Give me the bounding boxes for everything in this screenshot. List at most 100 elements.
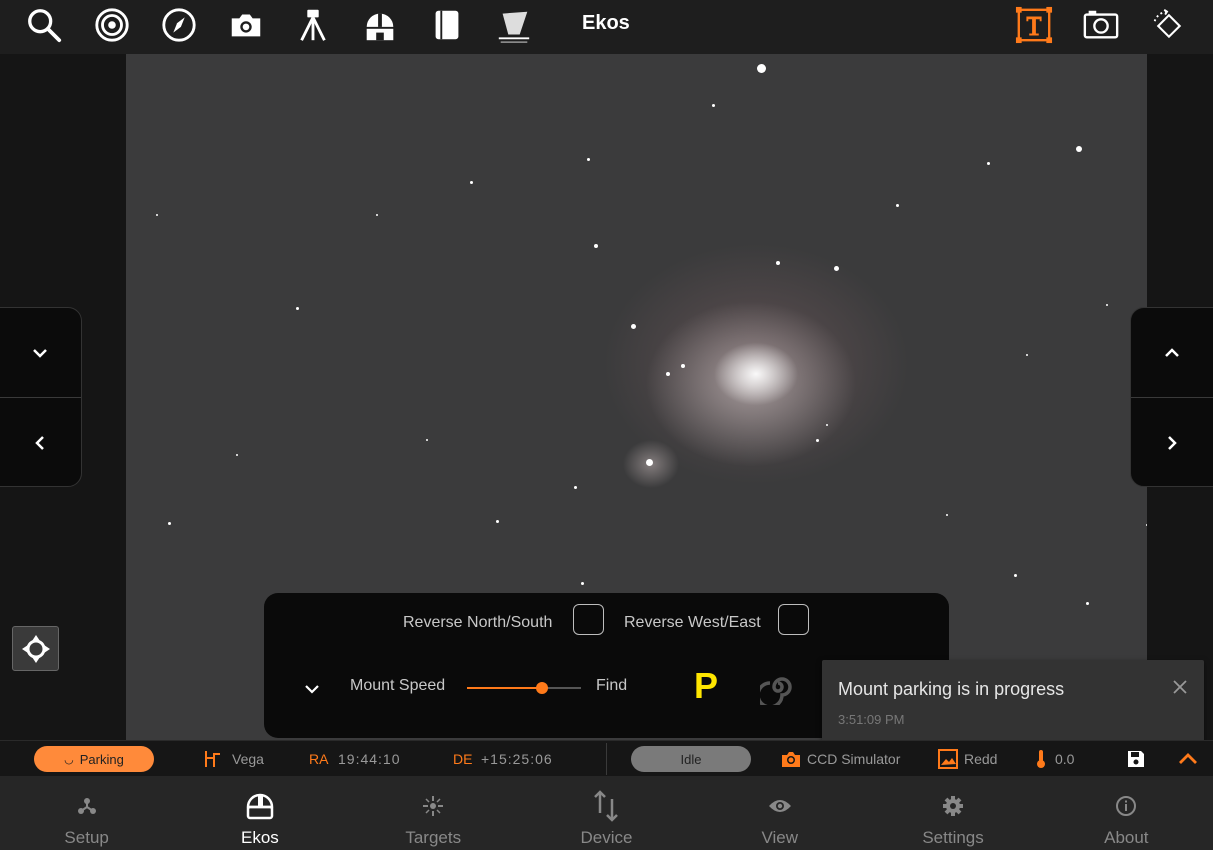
star: [666, 372, 670, 376]
nav-view[interactable]: View: [693, 776, 866, 850]
spiral-icon: [756, 677, 792, 709]
collapse-panel-button[interactable]: [302, 679, 322, 699]
star: [776, 261, 780, 265]
settings-gear-icon: [938, 791, 968, 821]
nav-label: View: [761, 828, 799, 847]
nav-targets[interactable]: Targets: [347, 776, 520, 850]
target-name: Vega: [232, 751, 264, 767]
chevron-left-icon: [35, 436, 44, 450]
crosshair-icon: [21, 634, 50, 663]
chevron-up-icon: [1165, 348, 1179, 357]
star: [987, 162, 990, 165]
move-up-button[interactable]: [1131, 308, 1213, 398]
star: [816, 439, 819, 442]
nav-label: About: [1104, 828, 1149, 847]
nav-label: Ekos: [241, 828, 279, 847]
slider-fill: [467, 687, 543, 689]
star: [1086, 602, 1089, 605]
nav-setup[interactable]: Setup: [0, 776, 173, 850]
filter-image-icon: [938, 749, 958, 769]
center-target-button[interactable]: [12, 626, 59, 671]
view-eye-icon: [765, 791, 795, 821]
star: [646, 459, 653, 466]
de-label: DE: [453, 751, 473, 767]
move-left-button[interactable]: [0, 398, 81, 488]
capture-status-badge: Idle: [631, 746, 751, 772]
mount-status-text: Parking: [79, 751, 124, 767]
ekos-app: Ekos Reverse North/South Reverse West/Ea…: [0, 0, 1213, 850]
star: [168, 522, 171, 525]
star: [757, 64, 766, 73]
nav-settings[interactable]: Settings: [866, 776, 1039, 850]
star: [826, 424, 828, 426]
text-overlay-icon[interactable]: [1014, 5, 1054, 45]
camera-icon[interactable]: [226, 5, 266, 45]
nav-label: Settings: [922, 828, 984, 847]
reverse-ns-label: Reverse North/South: [403, 614, 553, 631]
temperature-value: 0.0: [1055, 751, 1075, 767]
search-icon[interactable]: [24, 5, 64, 45]
compass-icon[interactable]: [159, 5, 199, 45]
save-icon[interactable]: [1125, 748, 1147, 770]
app-title: Ekos: [582, 12, 630, 34]
rotate-icon[interactable]: [1148, 5, 1188, 45]
toast-close-button[interactable]: [1170, 677, 1190, 697]
filter-name: Redd: [964, 751, 998, 767]
move-right-button[interactable]: [1131, 398, 1213, 488]
star: [470, 181, 473, 184]
reverse-we-checkbox[interactable]: [778, 604, 809, 635]
top-toolbar: Ekos: [0, 0, 1213, 54]
toast-time: 3:51:09 PM: [838, 712, 905, 727]
mount-icon: [205, 751, 220, 767]
nav-label: Targets: [405, 828, 462, 847]
star: [574, 486, 577, 489]
star: [834, 266, 839, 271]
chevron-up-icon[interactable]: [1177, 748, 1199, 770]
mount-speed-label: Mount Speed: [350, 677, 446, 694]
unpark-button[interactable]: [756, 669, 796, 709]
notebook-icon[interactable]: [427, 5, 467, 45]
star: [594, 244, 598, 248]
ra-value: 19:44:10: [338, 751, 401, 767]
left-nav-panel: [0, 307, 82, 487]
star: [426, 439, 428, 441]
star: [681, 364, 685, 368]
star: [1146, 524, 1147, 526]
thermometer-icon: [1037, 750, 1045, 768]
observatory-icon[interactable]: [360, 5, 400, 45]
ekos-dome-icon: [245, 791, 275, 821]
device-icon: [591, 790, 621, 822]
telescope-view-icon[interactable]: [494, 5, 534, 45]
de-value: +15:25:06: [481, 751, 553, 767]
nav-about[interactable]: About: [1040, 776, 1213, 850]
nav-label: Setup: [64, 828, 109, 847]
divider: [606, 743, 607, 775]
star: [296, 307, 299, 310]
park-button[interactable]: P: [694, 667, 724, 705]
star: [496, 520, 499, 523]
toast-message: Mount parking is in progress: [838, 679, 1065, 699]
mount-speed-slider[interactable]: [467, 682, 581, 694]
bottom-navigation: Setup Ekos Targets Device View Settings …: [0, 776, 1213, 850]
star: [581, 582, 584, 585]
move-down-button[interactable]: [0, 308, 81, 398]
parking-spinner-icon: ◡: [64, 753, 74, 766]
right-nav-panel: [1130, 307, 1213, 487]
star: [946, 514, 948, 516]
chevron-down-icon: [33, 349, 47, 358]
reverse-we-label: Reverse West/East: [624, 614, 761, 631]
star: [896, 204, 899, 207]
star: [236, 454, 238, 456]
nav-ekos[interactable]: Ekos: [173, 776, 346, 850]
tripod-icon[interactable]: [293, 5, 333, 45]
star: [1014, 574, 1017, 577]
star: [1026, 354, 1028, 356]
star: [631, 324, 636, 329]
nav-device[interactable]: Device: [520, 776, 693, 850]
target-icon[interactable]: [92, 5, 132, 45]
snapshot-icon[interactable]: [1081, 5, 1121, 45]
camera-name: CCD Simulator: [807, 751, 901, 767]
reverse-ns-checkbox[interactable]: [573, 604, 604, 635]
nav-label: Device: [580, 828, 633, 847]
slider-knob[interactable]: [536, 682, 549, 694]
